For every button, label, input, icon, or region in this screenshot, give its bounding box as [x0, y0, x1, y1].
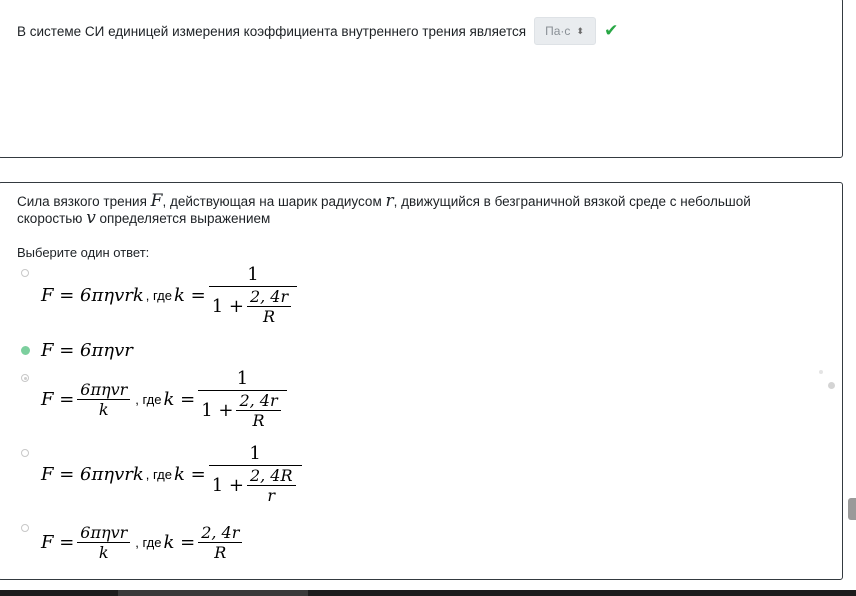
- inner-numerator: 2, 4r: [249, 287, 289, 306]
- side-drawer-tab[interactable]: [848, 498, 856, 520]
- bottom-taskbar: [0, 590, 856, 596]
- radio-button[interactable]: [21, 269, 29, 277]
- fraction-denominator: k: [98, 399, 109, 419]
- taskbar-segment: [118, 590, 308, 596]
- fraction-numerator: 6πηvr: [80, 379, 128, 399]
- fraction-denominator: 1 + 2, 4R r: [209, 466, 302, 505]
- inner-fraction: 2, 4R r: [246, 466, 296, 505]
- formula-lhs: F =: [41, 388, 75, 410]
- question-2-text: Сила вязкого трения F, действующая на ша…: [17, 193, 807, 227]
- denominator-prefix: 1 +: [211, 474, 244, 496]
- check-icon: ✔: [604, 21, 619, 40]
- formula-fraction: 1 1 + 2, 4R r: [208, 443, 302, 505]
- question-card-2: Сила вязкого трения F, действующая на ша…: [0, 182, 843, 580]
- radio-button[interactable]: [21, 524, 29, 532]
- formula-lhs: F = 6πηvrk: [41, 463, 144, 485]
- option-3-formula: F = 6πηvr k , где k = 1 1 + 2, 4r R: [41, 366, 290, 432]
- inner-numerator: 2, 4R: [249, 466, 293, 485]
- question-2-text-part: определяется выражением: [95, 211, 271, 226]
- fraction-numerator: 2, 4r: [201, 522, 240, 542]
- formula-lhs: F = 6πηvr: [41, 339, 133, 361]
- var-F: F: [150, 191, 163, 211]
- inner-denominator: R: [263, 307, 276, 326]
- inner-fraction: 2, 4r R: [246, 287, 292, 326]
- decorative-dot: [819, 370, 823, 374]
- answer-prompt: Выберите один ответ:: [17, 245, 150, 260]
- formula-lhs: F = 6πηvrk: [41, 284, 144, 306]
- fraction-numerator: 1: [247, 264, 259, 285]
- formula-k: k =: [163, 388, 196, 410]
- fraction-denominator: 1 + 2, 4r R: [198, 391, 286, 430]
- formula-fraction: 6πηvr k: [77, 379, 131, 419]
- formula-k: k =: [163, 531, 196, 553]
- denominator-prefix: 1 +: [211, 295, 244, 317]
- inner-denominator: R: [252, 411, 265, 430]
- fraction-numerator: 6πηvr: [80, 522, 128, 542]
- denominator-prefix: 1 +: [201, 399, 234, 421]
- inner-numerator: 2, 4r: [239, 391, 278, 410]
- formula-k: k =: [173, 463, 206, 485]
- formula-fraction: 2, 4r R: [198, 522, 243, 562]
- var-v: v: [86, 208, 96, 228]
- option-4-formula: F = 6πηvrk , где k = 1 1 + 2, 4R r: [41, 441, 305, 507]
- formula-fraction: 1 1 + 2, 4r R: [208, 264, 298, 326]
- formula-lhs: F =: [41, 531, 75, 553]
- formula-where: , где: [135, 391, 162, 407]
- formula-where: , где: [145, 287, 172, 303]
- question-2-text-part: Сила вязкого трения: [17, 194, 151, 209]
- radio-button-selected[interactable]: [21, 346, 30, 355]
- formula-k: k =: [173, 284, 206, 306]
- scroll-indicator-dot[interactable]: [828, 382, 835, 389]
- option-1-formula: F = 6πηvrk , где k = 1 1 + 2, 4r R: [41, 262, 300, 328]
- fraction-denominator: 1 + 2, 4r R: [209, 287, 297, 326]
- radio-button[interactable]: [21, 449, 29, 457]
- formula-where: , где: [135, 534, 162, 550]
- formula-fraction: 1 1 + 2, 4r R: [198, 368, 287, 430]
- formula-where: , где: [145, 466, 172, 482]
- fraction-numerator: 1: [249, 443, 261, 464]
- option-5-formula: F = 6πηvr k , где k = 2, 4r R: [41, 518, 245, 566]
- unit-select[interactable]: Па·с ⬍: [534, 17, 597, 45]
- inner-fraction: 2, 4r R: [236, 391, 281, 430]
- formula-fraction: 6πηvr k: [77, 522, 131, 562]
- option-2-formula: F = 6πηvr: [41, 336, 133, 364]
- question-card-1: В системе СИ единицей измерения коэффици…: [0, 0, 843, 158]
- question-1-row: В системе СИ единицей измерения коэффици…: [17, 17, 618, 45]
- chevron-updown-icon: ⬍: [576, 25, 584, 36]
- question-1-text: В системе СИ единицей измерения коэффици…: [17, 23, 527, 39]
- question-2-text-part: , действующая на шарик радиусом: [162, 194, 386, 209]
- unit-select-value: Па·с: [545, 24, 571, 38]
- fraction-numerator: 1: [236, 368, 249, 389]
- inner-denominator: r: [267, 486, 276, 505]
- fraction-denominator: R: [214, 542, 227, 562]
- var-r: r: [385, 191, 394, 211]
- fraction-denominator: k: [98, 542, 109, 562]
- radio-button[interactable]: [21, 374, 29, 382]
